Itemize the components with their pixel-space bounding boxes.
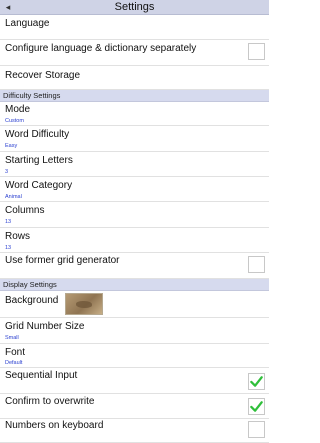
rows-value: 13 <box>5 245 12 251</box>
background-thumbnail[interactable] <box>65 293 103 315</box>
mode-value: Custom <box>5 118 24 124</box>
columns-row[interactable]: Columns 13 <box>0 202 269 228</box>
difficulty-settings-header: Difficulty Settings <box>0 90 269 102</box>
confirm-overwrite-label: Confirm to overwrite <box>5 396 95 407</box>
word-difficulty-value: Easy <box>5 143 18 149</box>
back-arrow-icon[interactable]: ◂ <box>2 1 14 13</box>
numbers-on-keyboard-row[interactable]: Numbers on keyboard <box>0 419 269 443</box>
former-grid-generator-label: Use former grid generator <box>5 255 120 266</box>
word-category-value: Animal <box>5 194 22 200</box>
font-value: Default <box>5 360 23 366</box>
recover-storage-label: Recover Storage <box>5 70 81 81</box>
checkmark-icon <box>250 376 263 387</box>
columns-value: 13 <box>5 219 12 225</box>
configure-language-label: Configure language & dictionary separate… <box>5 43 197 54</box>
display-settings-label: Display Settings <box>3 280 57 289</box>
starting-letters-value: 3 <box>5 169 9 175</box>
confirm-overwrite-checkbox[interactable] <box>248 398 265 415</box>
former-grid-generator-row[interactable]: Use former grid generator <box>0 253 269 279</box>
checkmark-icon <box>250 401 263 412</box>
title-bar: ◂ Settings <box>0 0 269 15</box>
configure-language-checkbox[interactable] <box>248 43 265 60</box>
word-category-row[interactable]: Word Category Animal <box>0 177 269 202</box>
former-grid-generator-checkbox[interactable] <box>248 256 265 273</box>
grid-number-size-row[interactable]: Grid Number Size Small <box>0 318 269 344</box>
word-difficulty-label: Word Difficulty <box>5 129 70 140</box>
sequential-input-row[interactable]: Sequential Input <box>0 368 269 394</box>
background-row[interactable]: Background <box>0 291 269 318</box>
configure-language-row[interactable]: Configure language & dictionary separate… <box>0 40 269 66</box>
mode-label: Mode <box>5 104 31 115</box>
language-row[interactable]: Language <box>0 15 269 40</box>
confirm-overwrite-row[interactable]: Confirm to overwrite <box>0 394 269 419</box>
sequential-input-checkbox[interactable] <box>248 373 265 390</box>
rows-label: Rows <box>5 231 31 242</box>
grid-number-size-value: Small <box>5 335 19 341</box>
starting-letters-row[interactable]: Starting Letters 3 <box>0 152 269 177</box>
sequential-input-label: Sequential Input <box>5 370 78 381</box>
recover-storage-row[interactable]: Recover Storage <box>0 66 269 90</box>
numbers-on-keyboard-label: Numbers on keyboard <box>5 420 104 431</box>
columns-label: Columns <box>5 205 45 216</box>
settings-list: Language Configure language & dictionary… <box>0 15 269 443</box>
font-row[interactable]: Font Default <box>0 344 269 368</box>
word-difficulty-row[interactable]: Word Difficulty Easy <box>0 126 269 152</box>
display-settings-header: Display Settings <box>0 279 269 291</box>
word-category-label: Word Category <box>5 180 73 191</box>
font-label: Font <box>5 347 26 358</box>
rows-row[interactable]: Rows 13 <box>0 228 269 253</box>
grid-number-size-label: Grid Number Size <box>5 321 85 332</box>
mode-row[interactable]: Mode Custom <box>0 102 269 126</box>
difficulty-settings-label: Difficulty Settings <box>3 91 61 100</box>
background-label: Background <box>5 295 59 306</box>
page-title: Settings <box>114 1 155 13</box>
language-label: Language <box>5 18 50 29</box>
starting-letters-label: Starting Letters <box>5 155 73 166</box>
